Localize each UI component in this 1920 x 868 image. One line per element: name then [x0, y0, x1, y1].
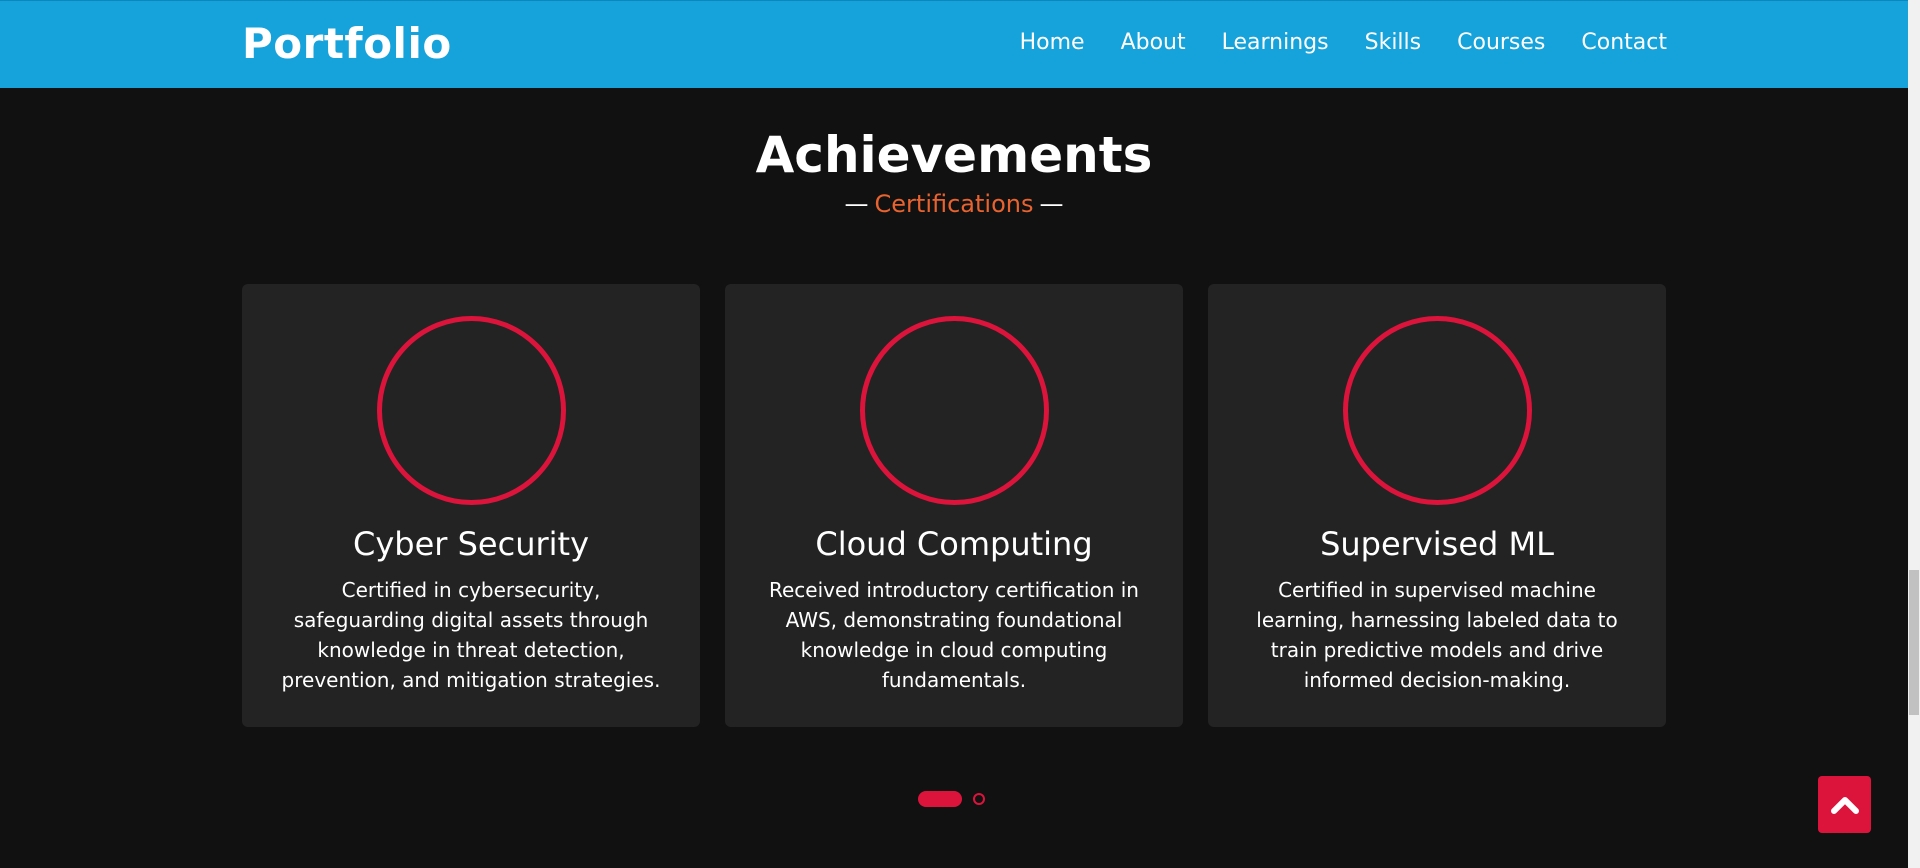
certificate-image-ring — [859, 316, 1049, 505]
subtitle-dash-left: — — [844, 190, 869, 218]
certification-cards: Cyber Security Certified in cybersecurit… — [242, 284, 1667, 727]
certification-card: Cyber Security Certified in cybersecurit… — [242, 284, 700, 727]
section-title: Achievements — [755, 126, 1153, 184]
nav-menu: Home About Learnings Skills Courses Cont… — [1020, 30, 1667, 55]
brand-logo[interactable]: Portfolio — [242, 19, 452, 68]
scrollbar-track[interactable] — [1908, 0, 1920, 868]
navbar: Portfolio Home About Learnings Skills Co… — [0, 0, 1908, 88]
certificate-image-ring — [1342, 316, 1532, 505]
nav-item-contact[interactable]: Contact — [1581, 30, 1667, 55]
nav-item-home[interactable]: Home — [1020, 30, 1085, 55]
chevron-up-icon — [1830, 796, 1859, 814]
card-title: Supervised ML — [1320, 525, 1554, 563]
subtitle-dash-right: — — [1039, 190, 1064, 218]
nav-item-about[interactable]: About — [1121, 30, 1186, 55]
scrollbar-thumb[interactable] — [1909, 570, 1919, 715]
certification-card: Cloud Computing Received introductory ce… — [725, 284, 1183, 727]
carousel-dot-active[interactable] — [918, 791, 962, 807]
card-title: Cloud Computing — [815, 525, 1093, 563]
nav-item-learnings[interactable]: Learnings — [1222, 30, 1329, 55]
carousel-dot[interactable] — [973, 793, 985, 805]
carousel-pagination — [918, 791, 985, 807]
certification-card: Supervised ML Certified in supervised ma… — [1208, 284, 1666, 727]
section-subtitle: — Certifications — — [0, 190, 1908, 218]
certificate-image-ring — [376, 316, 566, 505]
subtitle-text: Certifications — [874, 190, 1034, 218]
card-description: Certified in supervised machine learning… — [1256, 578, 1618, 692]
nav-item-courses[interactable]: Courses — [1457, 30, 1545, 55]
card-title: Cyber Security — [352, 525, 589, 563]
card-description: Certified in cybersecurity, safeguarding… — [281, 578, 661, 692]
card-description: Received introductory certification in A… — [769, 578, 1139, 692]
scroll-to-top-button[interactable] — [1818, 776, 1871, 833]
nav-item-skills[interactable]: Skills — [1365, 30, 1422, 55]
